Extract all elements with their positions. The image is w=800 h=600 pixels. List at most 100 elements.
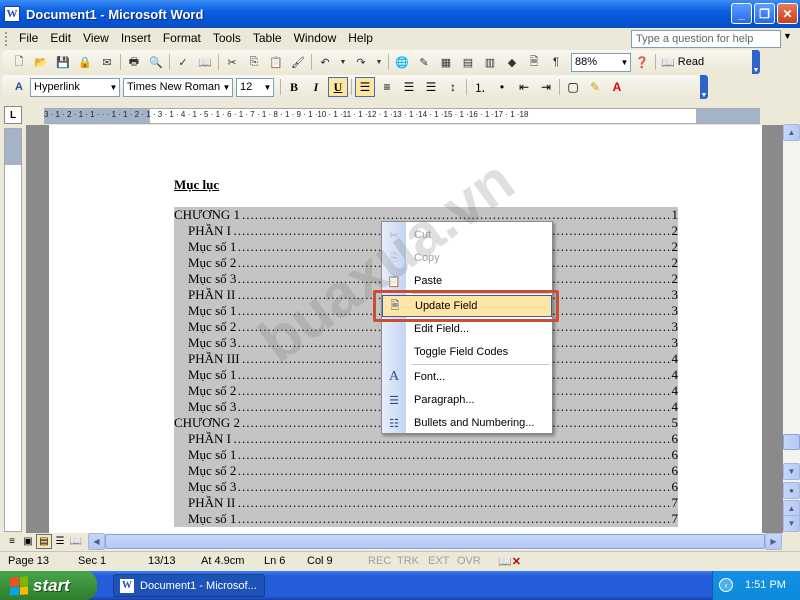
title-bar[interactable]: W Document1 - Microsoft Word _ ❐ ✕ <box>0 0 800 28</box>
minimize-button[interactable]: _ <box>731 3 752 24</box>
numbering-icon[interactable]: ⒈ <box>470 77 490 97</box>
undo-icon[interactable]: ↶ <box>317 54 333 70</box>
columns-icon[interactable]: ▥ <box>482 54 498 70</box>
ctx-paragraph[interactable]: ☰ Paragraph... <box>382 389 552 411</box>
vertical-scroll-thumb[interactable] <box>783 434 800 450</box>
toc-heading[interactable]: Mục lục <box>174 177 219 193</box>
ctx-bullets-numbering[interactable]: ☷ Bullets and Numbering... <box>382 412 552 434</box>
vertical-scrollbar[interactable]: ▲ ▼ ● ▲ ▼ <box>783 124 800 532</box>
status-rec[interactable]: REC <box>368 555 391 567</box>
show-hide-icon[interactable]: ¶ <box>548 54 564 70</box>
ask-dropdown-icon[interactable]: ▼ <box>783 31 792 41</box>
italic-button[interactable]: I <box>306 77 326 97</box>
menu-edit[interactable]: Edit <box>44 29 77 48</box>
font-size-select[interactable]: 12 ▼ <box>236 77 274 97</box>
status-trk[interactable]: TRK <box>397 555 419 567</box>
normal-view-icon[interactable]: ≡ <box>4 534 20 549</box>
align-right-icon[interactable]: ☰ <box>399 77 419 97</box>
menu-format[interactable]: Format <box>157 29 207 48</box>
styles-icon[interactable]: A <box>11 79 27 95</box>
hyperlink-icon[interactable]: 🌐 <box>394 54 410 70</box>
menu-window[interactable]: Window <box>288 29 343 48</box>
menu-file[interactable]: File <box>13 29 44 48</box>
toc-entry[interactable]: Mục số 1 6 <box>174 447 678 463</box>
align-left-icon[interactable]: ☰ <box>355 77 375 97</box>
copy-icon[interactable]: ⎘ <box>246 54 262 70</box>
word-app-icon[interactable]: W <box>4 6 20 22</box>
font-color-icon[interactable]: A <box>607 77 627 97</box>
next-page-icon[interactable]: ▼ <box>783 515 800 532</box>
research-icon[interactable]: 📖 <box>197 54 213 70</box>
menu-insert[interactable]: Insert <box>115 29 157 48</box>
scroll-down-icon[interactable]: ▼ <box>783 463 800 480</box>
redo-dropdown-icon[interactable]: ▼ <box>375 54 383 70</box>
taskbar-item-word[interactable]: W Document1 - Microsof... <box>113 574 265 597</box>
justify-icon[interactable]: ☰ <box>421 77 441 97</box>
align-center-icon[interactable]: ≡ <box>377 77 397 97</box>
menu-grip[interactable] <box>5 31 9 46</box>
chevron-down-icon[interactable]: ▼ <box>221 79 232 96</box>
horizontal-scrollbar[interactable]: ◀ ▶ <box>88 533 782 550</box>
tables-borders-icon[interactable]: ✎ <box>416 54 432 70</box>
chevron-down-icon[interactable]: ▼ <box>262 79 273 96</box>
bold-button[interactable]: B <box>284 77 304 97</box>
underline-button[interactable]: U <box>328 77 348 97</box>
spelling-status-icon[interactable]: 📖✕ <box>498 555 521 568</box>
print-icon[interactable]: 🖶 <box>126 54 142 70</box>
highlight-icon[interactable]: ✎ <box>585 77 605 97</box>
menu-view[interactable]: View <box>77 29 115 48</box>
select-browse-object-icon[interactable]: ● <box>783 482 800 499</box>
ctx-paste[interactable]: 📋 Paste <box>382 270 552 292</box>
outline-view-icon[interactable]: ☰ <box>52 534 68 549</box>
chevron-down-icon[interactable]: ▼ <box>619 54 630 71</box>
border-icon[interactable]: ▢ <box>563 77 583 97</box>
ctx-font[interactable]: A Font... <box>382 366 552 388</box>
insert-table-icon[interactable]: ▦ <box>438 54 454 70</box>
scroll-up-icon[interactable]: ▲ <box>783 124 800 141</box>
start-button[interactable]: start <box>0 571 97 600</box>
decrease-indent-icon[interactable]: ⇤ <box>514 77 534 97</box>
maximize-button[interactable]: ❐ <box>754 3 775 24</box>
toolbar-options-icon[interactable]: ▼ <box>752 50 760 74</box>
web-layout-icon[interactable]: ▣ <box>20 534 36 549</box>
open-icon[interactable]: 📂 <box>33 54 49 70</box>
help-icon[interactable]: ❓ <box>634 54 650 70</box>
toc-entry[interactable]: Mục số 2 6 <box>174 463 678 479</box>
scroll-left-icon[interactable]: ◀ <box>88 533 105 550</box>
horizontal-ruler[interactable]: 3 · 1 · 2 · 1 · 1 · · · 1 · 1 · 2 · 1 · … <box>44 108 760 124</box>
tab-selector-icon[interactable]: L <box>4 106 22 124</box>
style-select[interactable]: Hyperlink ▼ <box>30 77 120 97</box>
document-map-icon[interactable]: 🗎 <box>526 54 542 70</box>
ctx-copy[interactable]: ⎘ Copy <box>382 247 552 269</box>
menu-tools[interactable]: Tools <box>207 29 247 48</box>
show-hidden-icons-icon[interactable]: ‹ <box>719 578 733 592</box>
menu-table[interactable]: Table <box>247 29 288 48</box>
insert-excel-icon[interactable]: ▤ <box>460 54 476 70</box>
cut-icon[interactable]: ✂ <box>224 54 240 70</box>
spelling-icon[interactable]: ✓ <box>175 54 191 70</box>
print-preview-icon[interactable]: 🔍 <box>148 54 164 70</box>
vertical-ruler[interactable] <box>4 128 22 532</box>
clock[interactable]: 1:51 PM <box>745 579 786 591</box>
increase-indent-icon[interactable]: ⇥ <box>536 77 556 97</box>
redo-icon[interactable]: ↷ <box>353 54 369 70</box>
menu-help[interactable]: Help <box>342 29 379 48</box>
zoom-select[interactable]: 88% ▼ <box>571 52 631 72</box>
line-spacing-icon[interactable]: ↕ <box>443 77 463 97</box>
new-document-icon[interactable]: 🗋 <box>11 54 27 70</box>
toc-entry[interactable]: PHẦN II 7 <box>174 495 678 511</box>
toolbar-options-icon[interactable]: ▼ <box>700 75 708 99</box>
paste-icon[interactable]: 📋 <box>268 54 284 70</box>
close-button[interactable]: ✕ <box>777 3 798 24</box>
save-icon[interactable]: 💾 <box>55 54 71 70</box>
scroll-right-icon[interactable]: ▶ <box>765 533 782 550</box>
horizontal-scroll-thumb[interactable] <box>105 534 765 549</box>
bullets-icon[interactable]: • <box>492 77 512 97</box>
print-layout-icon[interactable]: ▤ <box>36 534 52 549</box>
email-icon[interactable]: ✉ <box>99 54 115 70</box>
permission-icon[interactable]: 🔒 <box>77 54 93 70</box>
ctx-toggle-field-codes[interactable]: Toggle Field Codes <box>382 341 552 363</box>
status-ext[interactable]: EXT <box>428 555 449 567</box>
read-button[interactable]: 📖 Read <box>658 53 707 71</box>
format-painter-icon[interactable]: 🖌 <box>290 54 306 70</box>
